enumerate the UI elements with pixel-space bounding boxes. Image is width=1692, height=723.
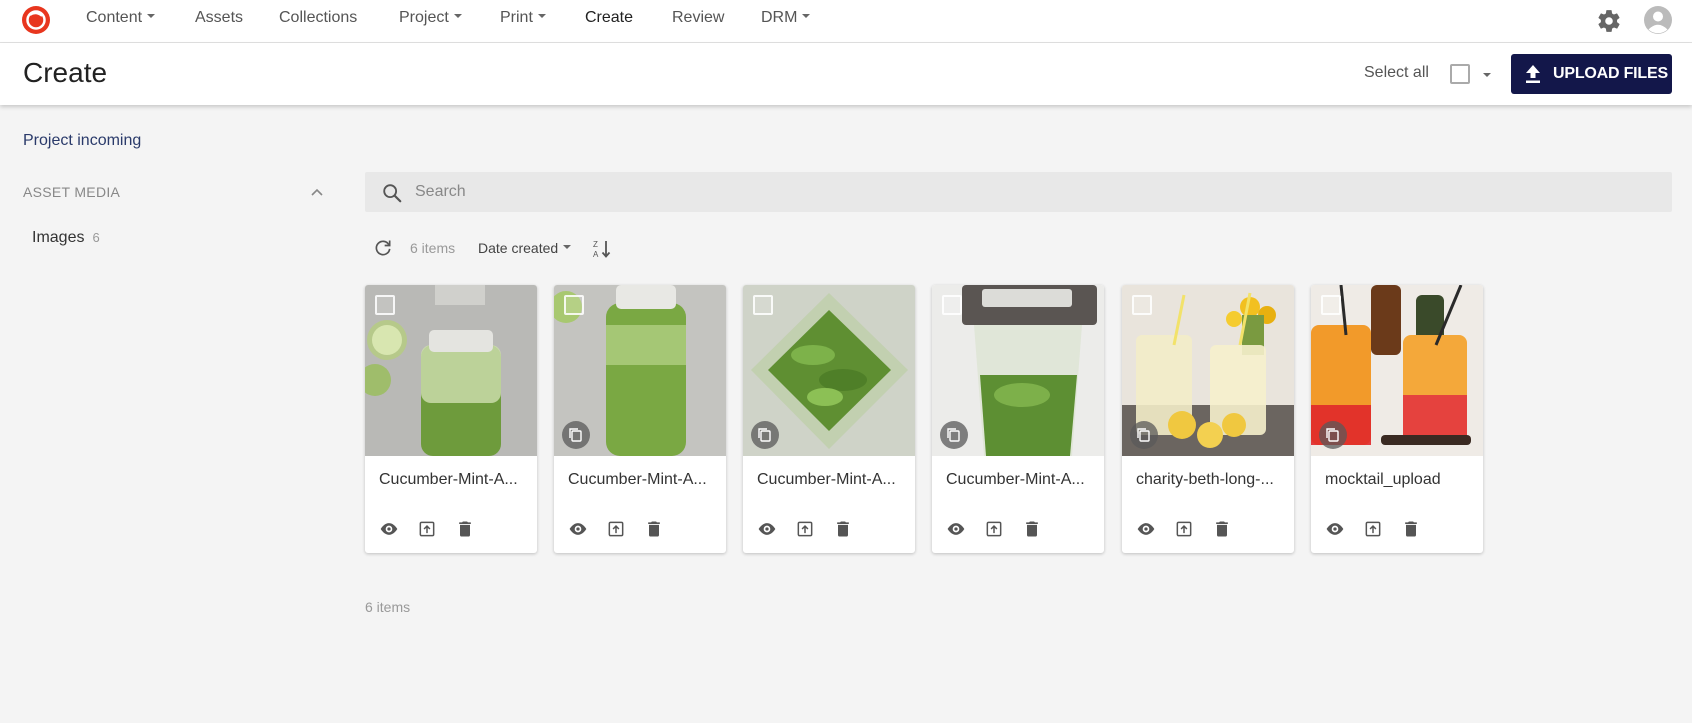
nav-create[interactable]: Create <box>585 9 633 27</box>
preview-eye-icon[interactable] <box>379 519 399 539</box>
asset-thumbnail[interactable] <box>1122 285 1294 456</box>
search-bar <box>365 172 1672 212</box>
copy-icon <box>1326 428 1339 442</box>
chevron-up-icon[interactable] <box>309 184 325 200</box>
card-checkbox[interactable] <box>1321 295 1341 315</box>
nav-assets[interactable]: Assets <box>195 9 243 27</box>
footer-items-count: 6 items <box>365 599 411 615</box>
publish-icon[interactable] <box>795 519 815 539</box>
nav-review[interactable]: Review <box>672 9 724 27</box>
card-checkbox[interactable] <box>1132 295 1152 315</box>
sidebar-item-images[interactable]: Images 6 <box>32 229 100 247</box>
select-all-checkbox[interactable] <box>1450 64 1470 84</box>
nav-project[interactable]: Project <box>399 9 462 27</box>
delete-trash-icon[interactable] <box>1212 519 1232 539</box>
sort-label: Date created <box>478 240 559 256</box>
delete-trash-icon[interactable] <box>1022 519 1042 539</box>
delete-trash-icon[interactable] <box>455 519 475 539</box>
asset-thumbnail[interactable] <box>1311 285 1483 456</box>
asset-name: Cucumber-Mint-A... <box>757 471 896 488</box>
items-count: 6 items <box>410 240 456 256</box>
asset-thumbnail[interactable] <box>554 285 726 456</box>
asset-card[interactable]: Cucumber-Mint-A... <box>365 285 537 553</box>
svg-text:A: A <box>593 250 599 259</box>
select-all-label: Select all <box>1364 64 1429 81</box>
nav-content[interactable]: Content <box>86 9 156 27</box>
versions-badge <box>940 421 968 449</box>
app-logo-icon[interactable] <box>21 5 51 35</box>
nav-print-label: Print <box>500 9 533 26</box>
nav-content-label: Content <box>86 9 143 26</box>
preview-eye-icon[interactable] <box>568 519 588 539</box>
refresh-icon[interactable] <box>373 238 393 258</box>
nav-drm-label: DRM <box>761 9 798 26</box>
preview-eye-icon[interactable] <box>757 519 777 539</box>
asset-card[interactable]: charity-beth-long-... <box>1122 285 1294 553</box>
project-incoming-link[interactable]: Project incoming <box>23 132 141 150</box>
asset-name: mocktail_upload <box>1325 471 1441 488</box>
publish-icon[interactable] <box>606 519 626 539</box>
asset-card[interactable]: Cucumber-Mint-A... <box>932 285 1104 553</box>
publish-icon[interactable] <box>1363 519 1383 539</box>
asset-card[interactable]: Cucumber-Mint-A... <box>554 285 726 553</box>
gear-icon[interactable] <box>1596 8 1622 34</box>
preview-eye-icon[interactable] <box>1325 519 1345 539</box>
card-checkbox[interactable] <box>942 295 962 315</box>
copy-icon <box>569 428 582 442</box>
select-options-chevron-down-icon[interactable] <box>1483 73 1491 77</box>
copy-icon <box>758 428 771 442</box>
publish-icon[interactable] <box>984 519 1004 539</box>
versions-badge <box>1319 421 1347 449</box>
asset-name: charity-beth-long-... <box>1136 471 1274 488</box>
versions-badge <box>751 421 779 449</box>
upload-files-button[interactable]: UPLOAD FILES <box>1511 54 1672 94</box>
chevron-down-icon <box>537 13 546 18</box>
chevron-down-icon <box>147 13 156 18</box>
avatar[interactable] <box>1643 5 1673 35</box>
publish-icon[interactable] <box>1174 519 1194 539</box>
asset-thumbnail[interactable] <box>932 285 1104 456</box>
search-icon <box>383 184 402 203</box>
nav-project-label: Project <box>399 9 449 26</box>
search-input[interactable] <box>415 172 1655 212</box>
upload-icon <box>1526 65 1540 83</box>
asset-thumbnail[interactable] <box>743 285 915 456</box>
page-title: Create <box>23 57 108 88</box>
top-navigation: Content Assets Collections Project Print… <box>0 0 1692 43</box>
nav-collections[interactable]: Collections <box>279 9 357 27</box>
copy-icon <box>1137 428 1150 442</box>
asset-media-section-label: ASSET MEDIA <box>23 184 121 200</box>
preview-eye-icon[interactable] <box>1136 519 1156 539</box>
chevron-down-icon <box>563 245 572 250</box>
nav-print[interactable]: Print <box>500 9 546 27</box>
asset-name: Cucumber-Mint-A... <box>568 471 707 488</box>
nav-drm[interactable]: DRM <box>761 9 811 27</box>
sidebar-item-label: Images <box>32 229 85 246</box>
delete-trash-icon[interactable] <box>644 519 664 539</box>
card-checkbox[interactable] <box>564 295 584 315</box>
asset-card[interactable]: Cucumber-Mint-A... <box>743 285 915 553</box>
sort-dropdown[interactable]: Date created <box>478 240 572 256</box>
asset-name: Cucumber-Mint-A... <box>946 471 1085 488</box>
publish-icon[interactable] <box>417 519 437 539</box>
preview-eye-icon[interactable] <box>946 519 966 539</box>
delete-trash-icon[interactable] <box>1401 519 1421 539</box>
chevron-down-icon <box>453 13 462 18</box>
asset-card[interactable]: mocktail_upload <box>1311 285 1483 553</box>
versions-badge <box>562 421 590 449</box>
delete-trash-icon[interactable] <box>833 519 853 539</box>
copy-icon <box>947 428 960 442</box>
images-count-badge: 6 <box>92 230 100 245</box>
upload-files-label: UPLOAD FILES <box>1553 65 1668 82</box>
asset-thumbnail[interactable] <box>365 285 537 456</box>
page-header: Create Select all UPLOAD FILES <box>0 43 1692 105</box>
versions-badge <box>1130 421 1158 449</box>
chevron-down-icon <box>802 13 811 18</box>
card-checkbox[interactable] <box>753 295 773 315</box>
sort-direction-icon[interactable]: Z A <box>592 238 614 260</box>
svg-text:Z: Z <box>593 240 598 249</box>
asset-name: Cucumber-Mint-A... <box>379 471 518 488</box>
card-checkbox[interactable] <box>375 295 395 315</box>
